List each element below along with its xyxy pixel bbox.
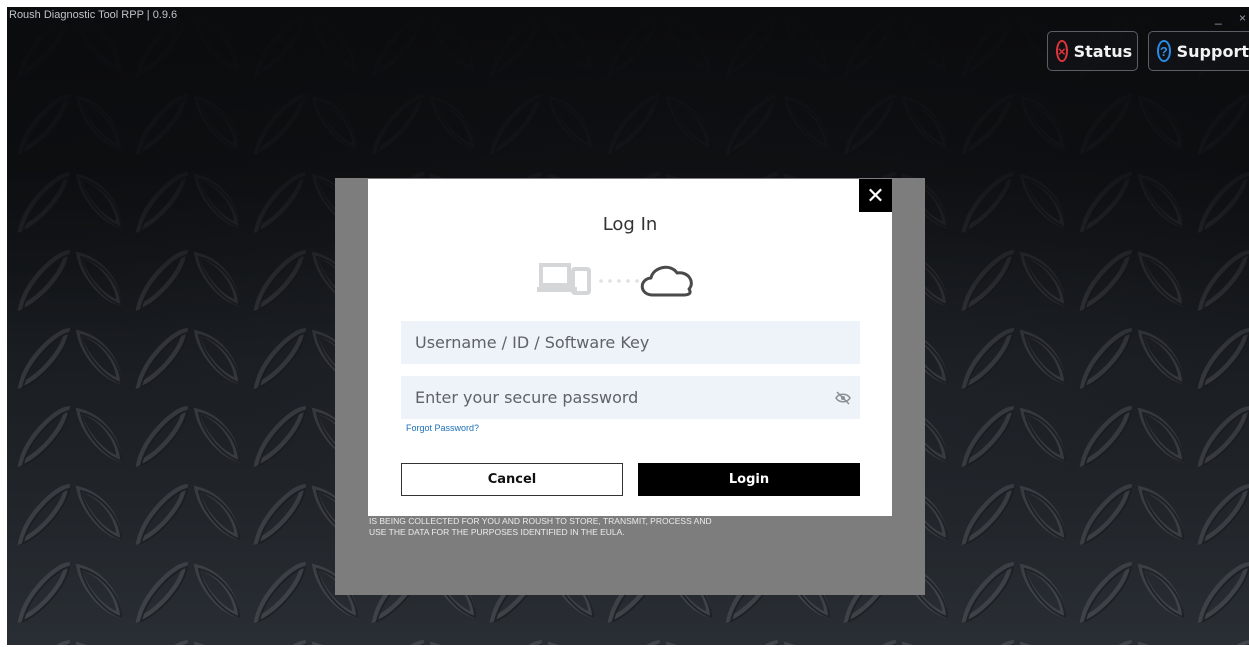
error-circle-icon: × <box>1056 40 1068 62</box>
username-input[interactable] <box>401 321 860 364</box>
close-window-button[interactable]: × <box>1239 11 1246 25</box>
app-title: Roush Diagnostic Tool RPP | 0.9.6 <box>9 9 178 21</box>
support-button[interactable]: ? Support <box>1148 31 1249 71</box>
eula-text: IS BEING COLLECTED FOR YOU AND ROUSH TO … <box>369 516 712 537</box>
app-window: Roush Diagnostic Tool RPP | 0.9.6 _ × × … <box>7 7 1249 645</box>
device-to-cloud-icon <box>537 263 693 297</box>
close-dialog-button[interactable]: ✕ <box>859 179 892 212</box>
minimize-button[interactable]: _ <box>1215 11 1222 25</box>
title-bar: Roush Diagnostic Tool RPP | 0.9.6 _ × <box>7 7 1249 29</box>
forgot-password-link[interactable]: Forgot Password? <box>406 423 479 433</box>
login-dialog: ✕ Log In Forgot Password? Cancel Login <box>368 179 892 516</box>
dialog-title: Log In <box>602 214 658 235</box>
eye-slash-icon[interactable] <box>835 391 851 405</box>
help-circle-icon: ? <box>1157 40 1171 62</box>
status-button[interactable]: × Status <box>1047 31 1138 71</box>
login-button[interactable]: Login <box>638 463 860 496</box>
cancel-button[interactable]: Cancel <box>401 463 623 496</box>
support-label: Support <box>1176 41 1249 61</box>
status-label: Status <box>1073 41 1133 61</box>
password-input[interactable] <box>401 376 860 419</box>
